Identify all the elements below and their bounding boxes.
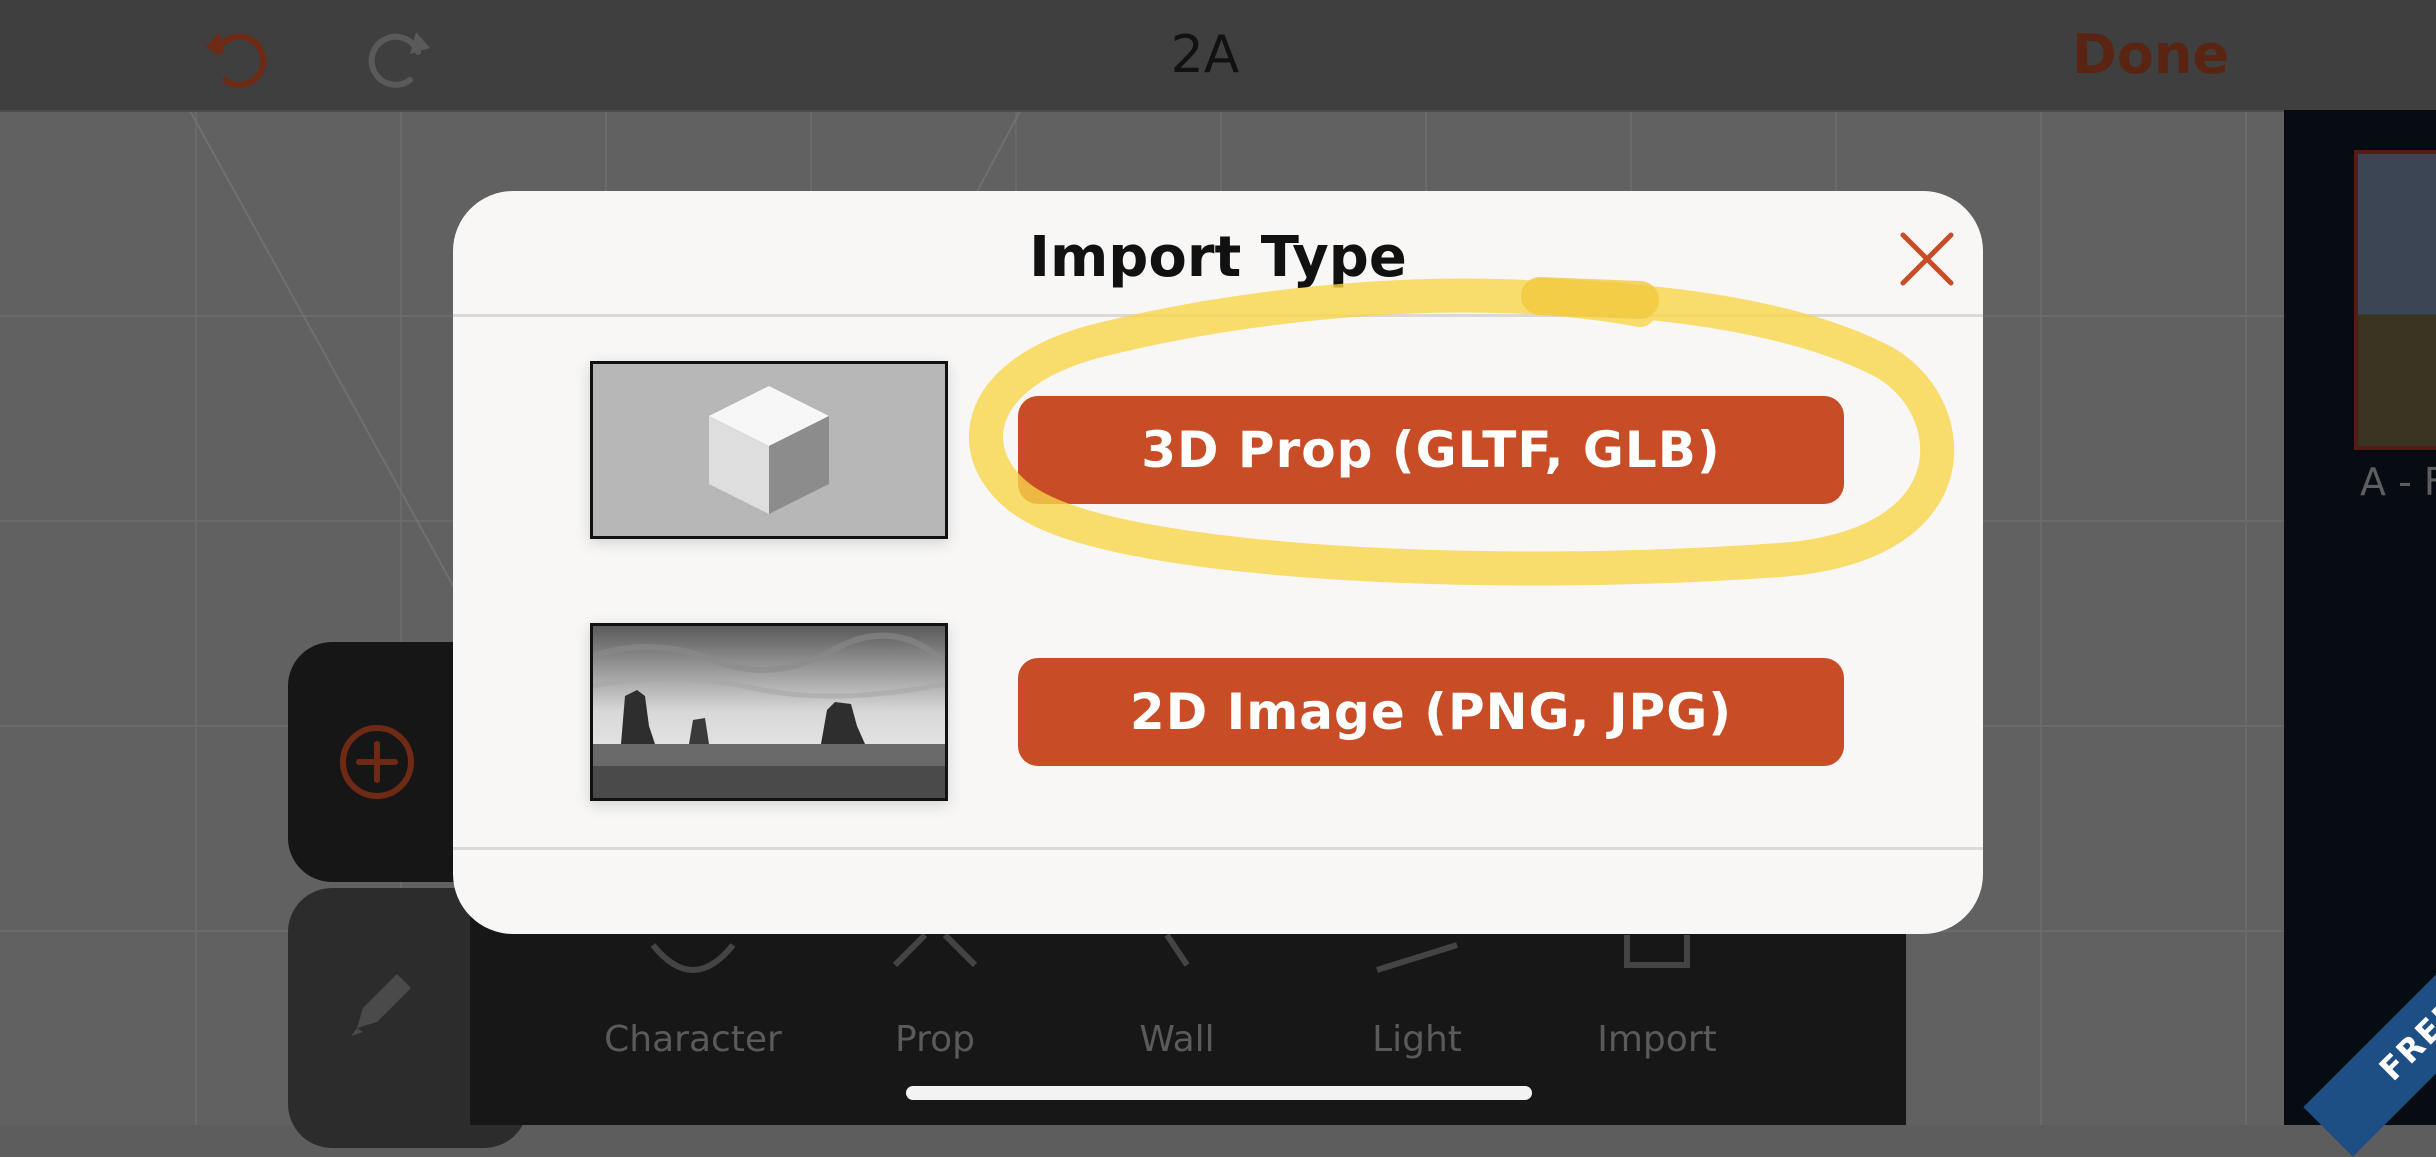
tool-label: Character: [604, 1019, 782, 1060]
tool-label: Light: [1372, 1019, 1462, 1060]
shot-label: A - F: [2360, 460, 2436, 504]
done-button[interactable]: Done: [2072, 22, 2229, 88]
character-icon: [650, 943, 736, 973]
home-indicator[interactable]: [906, 1086, 1532, 1100]
import-icon: [1624, 935, 1690, 968]
pencil-icon[interactable]: [337, 958, 427, 1048]
wall-icon: [1164, 933, 1190, 967]
dialog-title: Import Type: [1029, 225, 1407, 290]
tool-label: Wall: [1139, 1019, 1215, 1060]
shot-thumbnail[interactable]: [2354, 150, 2436, 450]
footer-divider: [453, 847, 1983, 850]
top-bar: 2A Done: [0, 0, 2436, 112]
close-icon[interactable]: [1891, 223, 1963, 295]
tool-label: Import: [1597, 1019, 1717, 1060]
cube-preview-image: [590, 361, 948, 539]
import-type-dialog: Import Type 3D Prop (GLTF, GLB) 2D Image…: [453, 191, 1983, 934]
landscape-preview-image: [590, 623, 948, 801]
redo-icon[interactable]: [360, 18, 440, 98]
header-divider: [453, 314, 1983, 317]
tool-light[interactable]: Light: [1302, 925, 1532, 1060]
page-title: 2A: [1170, 25, 1240, 85]
tool-prop[interactable]: Prop: [820, 925, 1050, 1060]
tool-wall[interactable]: Wall: [1062, 925, 1292, 1060]
add-icon[interactable]: [337, 722, 417, 802]
import-2d-image-button[interactable]: 2D Image (PNG, JPG): [1018, 658, 1844, 766]
light-icon: [1376, 942, 1458, 973]
undo-icon[interactable]: [195, 18, 275, 98]
tool-label: Prop: [895, 1019, 975, 1060]
prop-icon: [892, 932, 978, 968]
import-3d-prop-button[interactable]: 3D Prop (GLTF, GLB): [1018, 396, 1844, 504]
tool-character[interactable]: Character: [578, 925, 808, 1060]
tool-import[interactable]: Import: [1542, 925, 1772, 1060]
